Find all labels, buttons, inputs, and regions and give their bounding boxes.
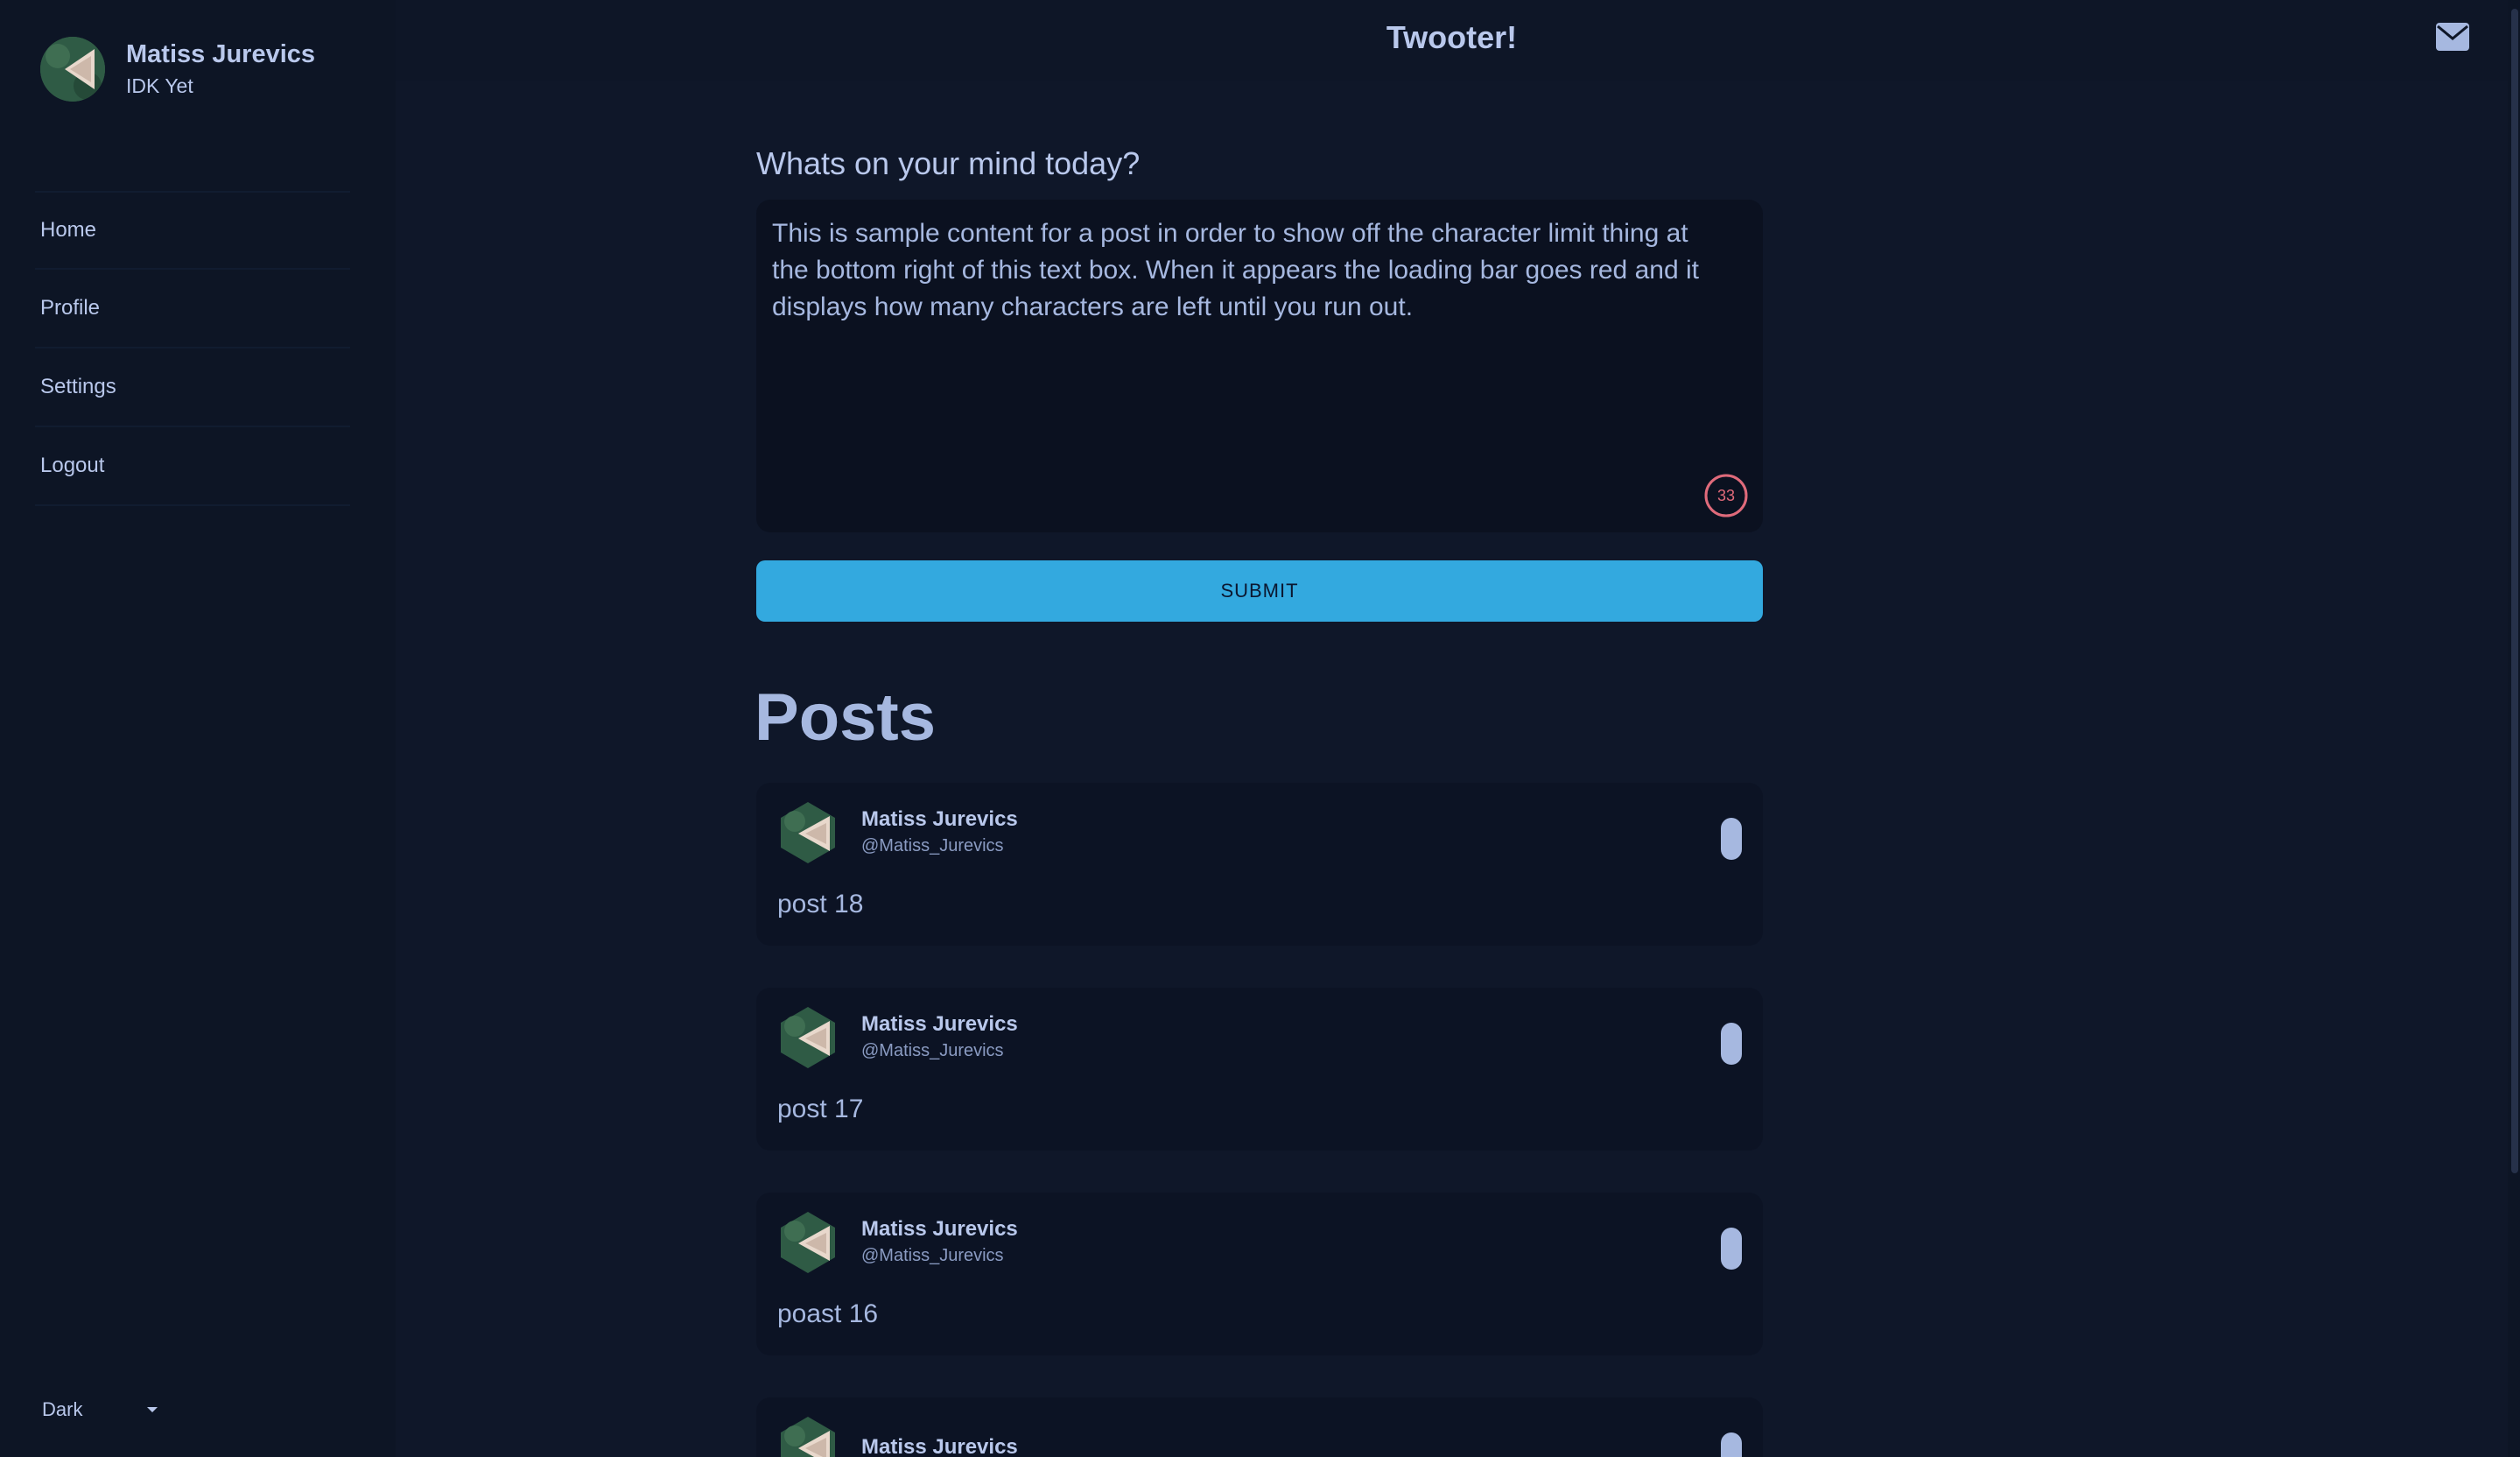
post-options-toggle[interactable] xyxy=(1721,1023,1742,1065)
sidebar-item-settings[interactable]: Settings xyxy=(35,348,350,427)
avatar[interactable] xyxy=(777,1212,839,1273)
post-meta: Matiss Jurevics @Matiss_Jurevics xyxy=(861,806,1018,859)
sidebar-item-profile[interactable]: Profile xyxy=(35,270,350,348)
post-card: Matiss Jurevics @Matiss_Jurevics post 17 xyxy=(756,988,1763,1151)
post-textarea-value: This is sample content for a post in ord… xyxy=(772,219,1699,321)
post-body: poast 16 xyxy=(777,1299,879,1328)
posts-heading: Posts xyxy=(755,680,936,755)
sidebar: Matiss Jurevics IDK Yet Home Profile Set… xyxy=(0,0,396,1457)
sidebar-item-logout[interactable]: Logout xyxy=(35,427,350,506)
post-author-handle[interactable]: @Matiss_Jurevics xyxy=(861,1038,1018,1064)
post-author-handle[interactable]: @Matiss_Jurevics xyxy=(861,833,1018,859)
mail-icon[interactable] xyxy=(2436,23,2469,51)
post-author-name[interactable]: Matiss Jurevics xyxy=(861,1011,1018,1038)
post-author-handle[interactable]: @Matiss_Jurevics xyxy=(861,1242,1018,1269)
page-scrollbar-thumb[interactable] xyxy=(2511,9,2518,1173)
user-name: Matiss Jurevics xyxy=(126,40,316,68)
post-options-toggle[interactable] xyxy=(1721,818,1742,860)
user-subtitle: IDK Yet xyxy=(126,74,193,97)
post-body: post 18 xyxy=(777,890,864,919)
post-meta: Matiss Jurevics @Matiss_Jurevics xyxy=(861,1216,1018,1269)
avatar[interactable] xyxy=(777,1417,839,1457)
top-bar: Twooter! xyxy=(396,0,2508,81)
post-meta: Matiss Jurevics xyxy=(861,1434,1018,1457)
post-header: Matiss Jurevics @Matiss_Jurevics xyxy=(777,1212,1018,1273)
sidebar-item-home[interactable]: Home xyxy=(35,191,350,270)
caret-down-icon xyxy=(147,1407,158,1412)
post-header: Matiss Jurevics @Matiss_Jurevics xyxy=(777,1007,1018,1068)
theme-select[interactable]: Dark xyxy=(42,1394,165,1425)
characters-remaining: 33 xyxy=(1716,486,1736,504)
page-scrollbar[interactable] xyxy=(2508,0,2520,1457)
submit-button[interactable]: SUBMIT xyxy=(756,560,1763,622)
post-header: Matiss Jurevics xyxy=(777,1417,1018,1457)
post-textarea[interactable]: This is sample content for a post in ord… xyxy=(756,200,1763,532)
profile-text: Matiss Jurevics IDK Yet xyxy=(126,39,315,100)
post-body: post 17 xyxy=(777,1095,864,1123)
theme-select-value: Dark xyxy=(42,1398,83,1420)
post-author-name[interactable]: Matiss Jurevics xyxy=(861,1434,1018,1457)
post-header: Matiss Jurevics @Matiss_Jurevics xyxy=(777,802,1018,863)
post-author-name[interactable]: Matiss Jurevics xyxy=(861,1216,1018,1242)
post-meta: Matiss Jurevics @Matiss_Jurevics xyxy=(861,1011,1018,1064)
post-author-name[interactable]: Matiss Jurevics xyxy=(861,806,1018,833)
user-profile[interactable]: Matiss Jurevics IDK Yet xyxy=(40,37,315,102)
post-card: Matiss Jurevics @Matiss_Jurevics post 18 xyxy=(756,783,1763,946)
avatar xyxy=(40,37,105,102)
character-limit-counter: 33 xyxy=(1703,473,1749,518)
avatar[interactable] xyxy=(777,1007,839,1068)
composer-label: Whats on your mind today? xyxy=(756,145,1141,181)
post-options-toggle[interactable] xyxy=(1721,1228,1742,1270)
post-card: Matiss Jurevics xyxy=(756,1397,1763,1457)
app-title: Twooter! xyxy=(1386,19,1518,55)
app-root: Matiss Jurevics IDK Yet Home Profile Set… xyxy=(0,0,2520,1457)
sidebar-nav: Home Profile Settings Logout xyxy=(35,191,350,506)
post-options-toggle[interactable] xyxy=(1721,1432,1742,1457)
post-card: Matiss Jurevics @Matiss_Jurevics poast 1… xyxy=(756,1193,1763,1355)
avatar[interactable] xyxy=(777,802,839,863)
